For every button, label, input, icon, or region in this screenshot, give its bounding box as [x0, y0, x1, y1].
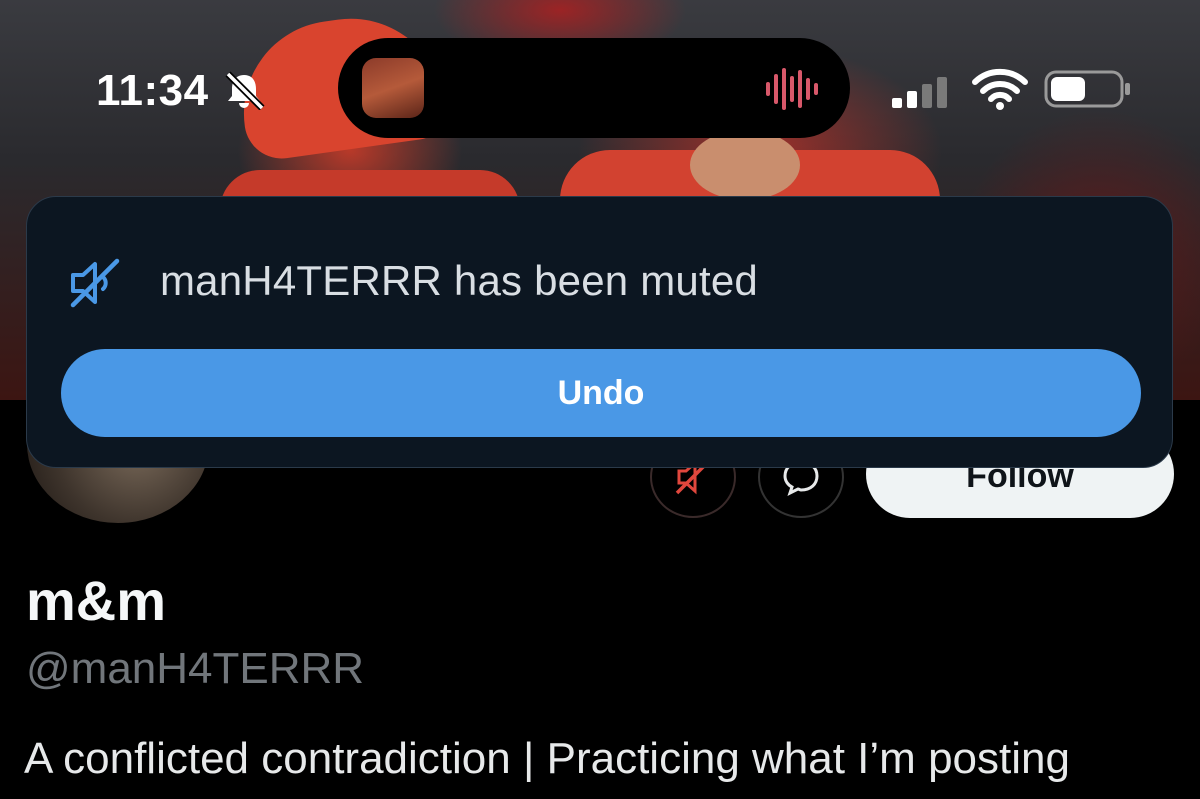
wifi-icon: [972, 68, 1028, 110]
cellular-signal-icon: [892, 77, 947, 108]
mute-icon: [70, 258, 120, 308]
banner-face-shape: [690, 130, 800, 200]
undo-button[interactable]: Undo: [61, 349, 1141, 437]
dynamic-island[interactable]: [338, 38, 850, 138]
toast-message: manH4TERRR has been muted: [160, 257, 758, 304]
now-playing-artwork: [362, 58, 424, 118]
audio-wave-icon: [766, 68, 818, 110]
muted-toast: manH4TERRR has been muted Undo: [26, 196, 1173, 468]
battery-icon: [1044, 70, 1130, 108]
display-name: m&m: [26, 569, 167, 632]
user-bio: A conflicted contradiction | Practicing …: [24, 734, 1070, 783]
user-handle: @manH4TERRR: [26, 644, 365, 693]
status-time: 11:34: [96, 66, 209, 115]
bell-slash-icon: [225, 71, 265, 110]
